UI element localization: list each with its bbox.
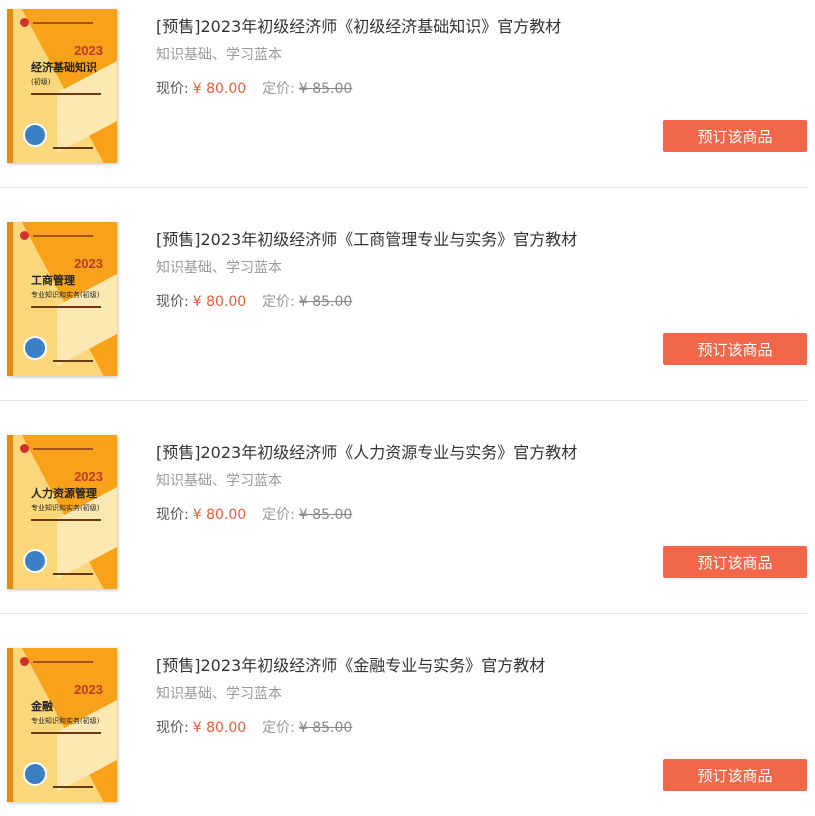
product-list: 2023 经济基础知识 (初级) [预售]2023年初级经济师《初级经济基础知识… bbox=[0, 0, 815, 816]
cover-subtitle: (初级) bbox=[31, 78, 51, 86]
preorder-button[interactable]: 预订该商品 bbox=[663, 759, 807, 791]
cover-year: 2023 bbox=[74, 43, 103, 58]
cover-year: 2023 bbox=[74, 469, 103, 484]
current-price: ¥ 80.00 bbox=[192, 507, 247, 523]
cover-publisher-line bbox=[53, 573, 93, 575]
seal-icon bbox=[23, 123, 47, 147]
product-title[interactable]: [预售]2023年初级经济师《金融专业与实务》官方教材 bbox=[156, 652, 545, 676]
product-title[interactable]: [预售]2023年初级经济师《工商管理专业与实务》官方教材 bbox=[156, 226, 577, 250]
original-price-label: 定价: bbox=[262, 720, 295, 736]
seal-icon bbox=[23, 762, 47, 786]
preorder-button[interactable]: 预订该商品 bbox=[663, 546, 807, 578]
cover-subtitle: 专业知识和实务(初级) bbox=[31, 291, 100, 299]
cover-spine bbox=[7, 648, 13, 802]
cover-author-line bbox=[31, 93, 101, 95]
cover-subtitle: 专业知识和实务(初级) bbox=[31, 717, 100, 725]
preorder-button[interactable]: 预订该商品 bbox=[663, 333, 807, 365]
product-subtitle: 知识基础、学习蓝本 bbox=[156, 47, 282, 63]
cover-year: 2023 bbox=[74, 256, 103, 271]
cover-author-line bbox=[31, 519, 101, 521]
publisher-logo-icon bbox=[20, 657, 29, 666]
cover-header-line bbox=[33, 661, 93, 663]
book-cover-image[interactable]: 2023 人力资源管理 专业知识和实务(初级) bbox=[7, 435, 117, 589]
price-row: 现价: ¥ 80.00 定价: ¥ 85.00 bbox=[156, 291, 352, 311]
cover-publisher-line bbox=[53, 786, 93, 788]
original-price: ¥ 85.00 bbox=[298, 507, 353, 523]
cover-title: 金融 bbox=[31, 700, 53, 713]
cover-header-line bbox=[33, 448, 93, 450]
original-price: ¥ 85.00 bbox=[298, 81, 353, 97]
cover-title: 经济基础知识 bbox=[31, 61, 97, 74]
publisher-logo-icon bbox=[20, 231, 29, 240]
cover-subtitle: 专业知识和实务(初级) bbox=[31, 504, 100, 512]
price-row: 现价: ¥ 80.00 定价: ¥ 85.00 bbox=[156, 504, 352, 524]
current-price: ¥ 80.00 bbox=[192, 720, 247, 736]
cover-spine bbox=[7, 222, 13, 376]
current-price-label: 现价: bbox=[156, 81, 189, 97]
original-price: ¥ 85.00 bbox=[298, 720, 353, 736]
price-row: 现价: ¥ 80.00 定价: ¥ 85.00 bbox=[156, 78, 352, 98]
product-item: 2023 金融 专业知识和实务(初级) [预售]2023年初级经济师《金融专业与… bbox=[0, 614, 807, 802]
book-cover-image[interactable]: 2023 工商管理 专业知识和实务(初级) bbox=[7, 222, 117, 376]
cover-author-line bbox=[31, 732, 101, 734]
product-item: 2023 经济基础知识 (初级) [预售]2023年初级经济师《初级经济基础知识… bbox=[0, 0, 807, 163]
cover-header-line bbox=[33, 22, 93, 24]
publisher-logo-icon bbox=[20, 444, 29, 453]
product-title[interactable]: [预售]2023年初级经济师《人力资源专业与实务》官方教材 bbox=[156, 439, 577, 463]
product-subtitle: 知识基础、学习蓝本 bbox=[156, 686, 282, 702]
cover-spine bbox=[7, 9, 13, 163]
cover-spine bbox=[7, 435, 13, 589]
publisher-logo-icon bbox=[20, 18, 29, 27]
product-subtitle: 知识基础、学习蓝本 bbox=[156, 260, 282, 276]
product-subtitle: 知识基础、学习蓝本 bbox=[156, 473, 282, 489]
current-price-label: 现价: bbox=[156, 507, 189, 523]
original-price: ¥ 85.00 bbox=[298, 294, 353, 310]
cover-title: 人力资源管理 bbox=[31, 487, 97, 500]
book-cover-image[interactable]: 2023 金融 专业知识和实务(初级) bbox=[7, 648, 117, 802]
current-price: ¥ 80.00 bbox=[192, 294, 247, 310]
cover-year: 2023 bbox=[74, 682, 103, 697]
product-title[interactable]: [预售]2023年初级经济师《初级经济基础知识》官方教材 bbox=[156, 13, 561, 37]
cover-publisher-line bbox=[53, 360, 93, 362]
preorder-button[interactable]: 预订该商品 bbox=[663, 120, 807, 152]
original-price-label: 定价: bbox=[262, 81, 295, 97]
product-item: 2023 人力资源管理 专业知识和实务(初级) [预售]2023年初级经济师《人… bbox=[0, 401, 807, 589]
cover-decoration bbox=[57, 684, 117, 792]
product-item: 2023 工商管理 专业知识和实务(初级) [预售]2023年初级经济师《工商管… bbox=[0, 188, 807, 376]
seal-icon bbox=[23, 336, 47, 360]
current-price-label: 现价: bbox=[156, 294, 189, 310]
original-price-label: 定价: bbox=[262, 294, 295, 310]
seal-icon bbox=[23, 549, 47, 573]
current-price-label: 现价: bbox=[156, 720, 189, 736]
original-price-label: 定价: bbox=[262, 507, 295, 523]
cover-header-line bbox=[33, 235, 93, 237]
cover-author-line bbox=[31, 306, 101, 308]
book-cover-image[interactable]: 2023 经济基础知识 (初级) bbox=[7, 9, 117, 163]
price-row: 现价: ¥ 80.00 定价: ¥ 85.00 bbox=[156, 717, 352, 737]
cover-publisher-line bbox=[53, 147, 93, 149]
current-price: ¥ 80.00 bbox=[192, 81, 247, 97]
cover-title: 工商管理 bbox=[31, 274, 75, 287]
